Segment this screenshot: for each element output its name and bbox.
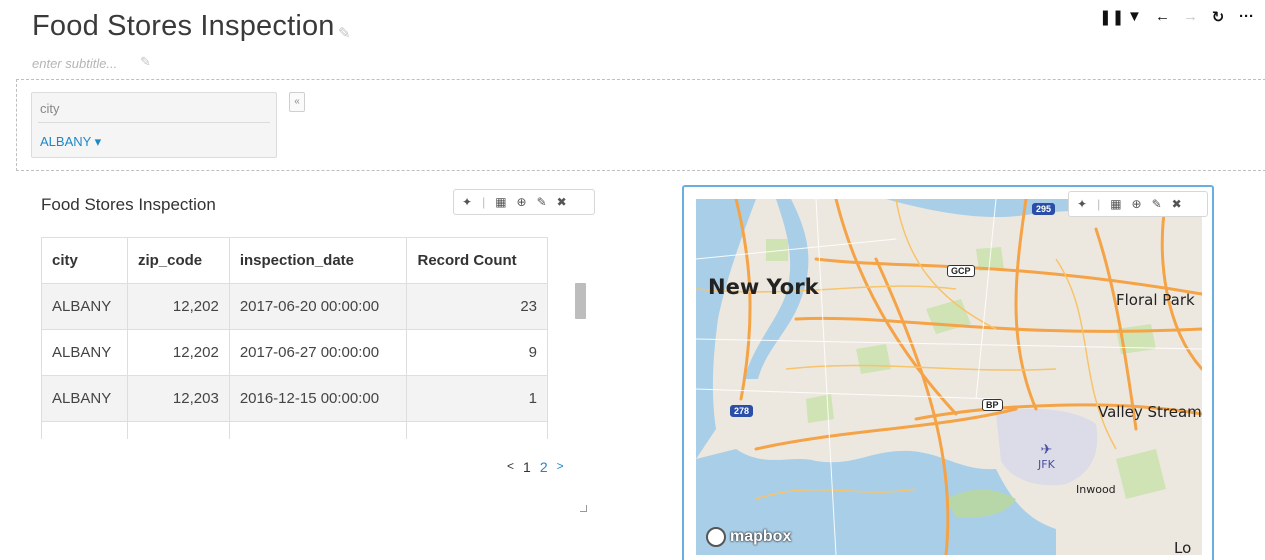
table-cell: 12,203 [126, 375, 230, 422]
grid-icon[interactable]: ▦ [495, 195, 506, 209]
more-icon[interactable]: ··· [1239, 8, 1254, 26]
sparkle-icon[interactable]: ✦ [462, 195, 472, 209]
table-row: ALBANY 12,202 2017-06-27 00:00:00 9 [41, 329, 548, 376]
grid-icon[interactable]: ▦ [1110, 197, 1121, 211]
close-icon[interactable]: ✖ [1172, 197, 1182, 211]
route-shield-bp: BP [982, 399, 1003, 411]
map-label-floral-park: Floral Park [1116, 291, 1195, 309]
map-panel-toolbar: ✦ | ▦ ⊕ ✎ ✖ [1068, 191, 1208, 217]
city-filter-dropdown[interactable]: ALBANY ▾ [40, 134, 101, 150]
resize-handle[interactable] [580, 505, 587, 512]
page-link-current[interactable]: 2 [540, 459, 548, 475]
prev-page-button[interactable]: < [507, 459, 514, 475]
page-link[interactable]: 1 [523, 459, 531, 475]
table-cell: 12,202 [126, 283, 230, 330]
table-scrollbar[interactable] [575, 283, 586, 319]
table-cell [228, 421, 408, 439]
filter-label: city [40, 101, 60, 116]
table-cell: ALBANY [41, 375, 128, 422]
table-cell [126, 421, 230, 439]
map-label-jfk: ✈ JFK [1038, 442, 1055, 471]
table-panel-title: Food Stores Inspection [41, 195, 216, 214]
route-shield-gcp: GCP [947, 265, 975, 277]
table-cell: 2017-06-27 00:00:00 [228, 329, 408, 376]
pause-icon[interactable]: ❚❚ [1099, 8, 1124, 26]
toolbar-divider: | [1097, 197, 1101, 211]
next-page-button[interactable]: > [557, 459, 564, 475]
filter-icon[interactable]: ▼ [1127, 8, 1142, 26]
map-graphic [696, 199, 1202, 555]
forward-arrow-icon[interactable]: → [1183, 8, 1198, 26]
jfk-label: JFK [1038, 458, 1055, 471]
refresh-icon[interactable]: ↻ [1211, 8, 1225, 26]
column-header[interactable]: inspection_date [228, 237, 408, 284]
edit-icon[interactable]: ✎ [1152, 197, 1162, 211]
mapbox-wordmark: mapbox [730, 528, 792, 545]
mapbox-icon [706, 527, 726, 547]
edit-title-icon[interactable]: ✎ [338, 24, 351, 42]
table-cell: ALBANY [41, 283, 128, 330]
download-icon[interactable]: ⊕ [517, 195, 527, 209]
dashboard-title[interactable]: Food Stores Inspection [32, 10, 335, 43]
route-shield-278: 278 [730, 405, 754, 417]
table-cell: 12,202 [126, 329, 230, 376]
table-cell: 2016-12-15 00:00:00 [228, 375, 408, 422]
mapbox-logo[interactable]: mapbox [706, 527, 791, 547]
map-label-new-york: New York [708, 275, 819, 299]
column-header[interactable]: zip_code [126, 237, 230, 284]
table-scroll-area[interactable]: city zip_code inspection_date Record Cou… [41, 237, 551, 439]
table-header-row: city zip_code inspection_date Record Cou… [41, 237, 548, 284]
table-row: ALBANY 12,203 2016-12-15 00:00:00 1 [41, 375, 548, 422]
table-cell: 9 [406, 329, 548, 376]
city-filter[interactable]: city ALBANY ▾ [31, 92, 277, 158]
table-cell [41, 421, 128, 439]
close-icon[interactable]: ✖ [557, 195, 567, 209]
table-cell [406, 421, 548, 439]
download-icon[interactable]: ⊕ [1132, 197, 1142, 211]
column-header[interactable]: city [41, 237, 128, 284]
table-cell: 2017-06-20 00:00:00 [228, 283, 408, 330]
map-label-valley-stream: Valley Stream [1098, 403, 1202, 421]
inspection-table: city zip_code inspection_date Record Cou… [41, 237, 548, 439]
column-header[interactable]: Record Count [406, 237, 548, 284]
table-cell: ALBANY [41, 329, 128, 376]
back-arrow-icon[interactable]: ← [1155, 8, 1170, 26]
sparkle-icon[interactable]: ✦ [1077, 197, 1087, 211]
table-cell: 1 [406, 375, 548, 422]
pagination: < 1 2 > [507, 459, 564, 475]
table-cell: 23 [406, 283, 548, 330]
subtitle-placeholder[interactable]: enter subtitle... [32, 56, 117, 71]
filter-divider [38, 122, 270, 123]
map-panel: New York Floral Park Valley Stream ✈ JFK… [682, 185, 1214, 560]
dashboard-toolbar: ❚❚ ▼ ← → ↻ ··· [1099, 8, 1254, 26]
table-row-partial [41, 421, 548, 439]
map-label-lo: Lo [1174, 539, 1192, 555]
airport-icon: ✈ [1040, 442, 1053, 458]
edit-icon[interactable]: ✎ [537, 195, 547, 209]
map-label-inwood: Inwood [1076, 483, 1116, 496]
collapse-filters-button[interactable]: « [289, 92, 305, 112]
toolbar-divider: | [482, 195, 486, 209]
route-shield-295: 295 [1032, 203, 1056, 215]
map-view[interactable]: New York Floral Park Valley Stream ✈ JFK… [696, 199, 1202, 555]
filter-area: city ALBANY ▾ « [16, 79, 1265, 171]
table-panel-toolbar: ✦ | ▦ ⊕ ✎ ✖ [453, 189, 595, 215]
edit-subtitle-icon[interactable]: ✎ [140, 54, 151, 70]
table-row: ALBANY 12,202 2017-06-20 00:00:00 23 [41, 283, 548, 330]
